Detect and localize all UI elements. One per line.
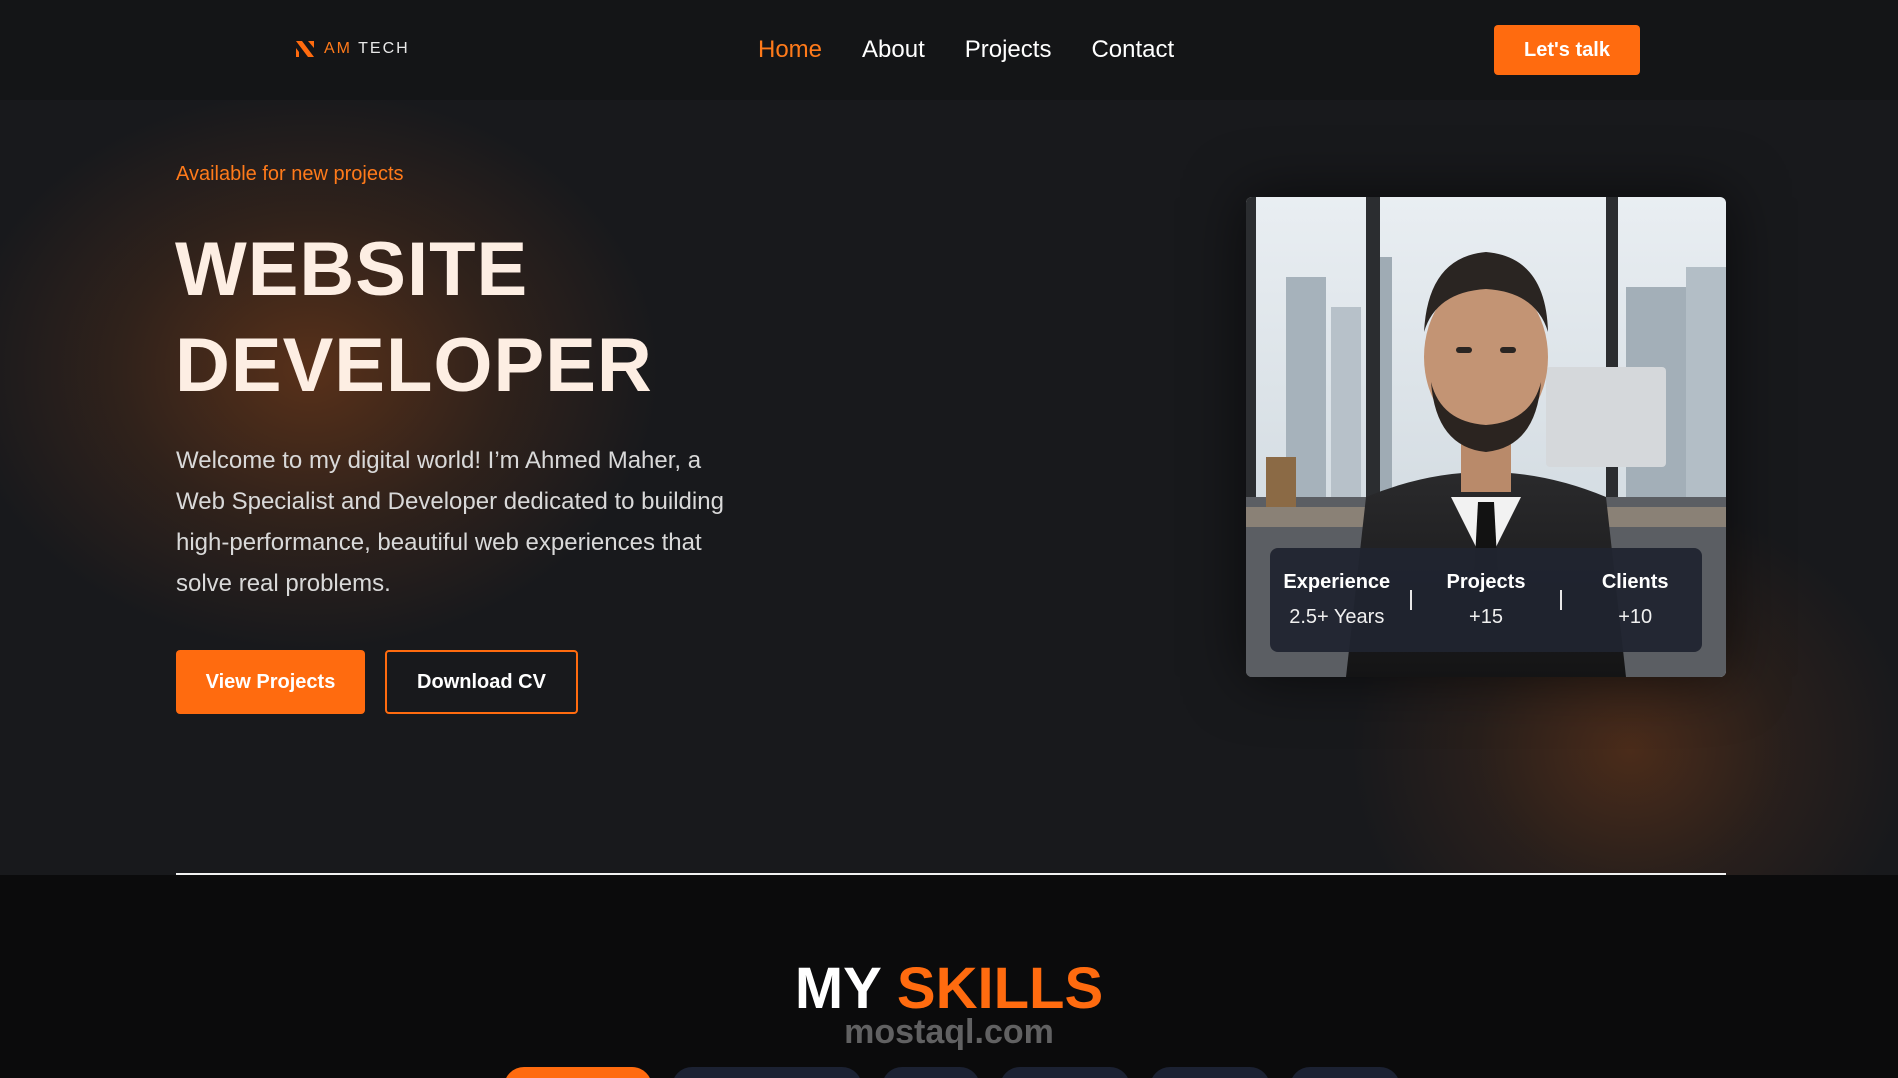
skill-tab[interactable] bbox=[504, 1067, 652, 1078]
stat-projects: Projects +15 bbox=[1426, 571, 1546, 629]
nav-contact[interactable]: Contact bbox=[1091, 36, 1174, 64]
hero-title-line1: WEBSITE bbox=[175, 227, 529, 312]
nav-home[interactable]: Home bbox=[758, 36, 822, 64]
page: AM TECH Home About Projects Contact Let'… bbox=[0, 0, 1898, 1078]
skill-tab[interactable] bbox=[672, 1067, 862, 1078]
skills-title: MY SKILLS bbox=[0, 955, 1898, 1022]
skill-tabs bbox=[504, 1067, 1400, 1078]
nav-projects[interactable]: Projects bbox=[965, 36, 1052, 64]
watermark: mostaql.com bbox=[844, 1013, 1054, 1051]
skill-tab[interactable] bbox=[882, 1067, 980, 1078]
nav-links: Home About Projects Contact bbox=[758, 36, 1174, 64]
skills-title-word2: SKILLS bbox=[896, 956, 1104, 1021]
navbar: AM TECH Home About Projects Contact Let'… bbox=[0, 0, 1898, 100]
stats-card: Experience 2.5+ Years Projects +15 Clien… bbox=[1270, 548, 1702, 652]
hero-title-line2: DEVELOPER bbox=[175, 323, 653, 408]
stat-separator bbox=[1410, 590, 1413, 610]
nav-about[interactable]: About bbox=[862, 36, 925, 64]
stat-value: +10 bbox=[1618, 606, 1653, 628]
skill-tab[interactable] bbox=[1000, 1067, 1130, 1078]
stat-value: +15 bbox=[1469, 606, 1503, 628]
logo[interactable]: AM TECH bbox=[294, 38, 410, 60]
availability-text: Available for new projects bbox=[176, 163, 404, 185]
stat-label: Experience bbox=[1283, 571, 1391, 593]
view-projects-button[interactable]: View Projects bbox=[176, 650, 365, 714]
logo-icon bbox=[296, 41, 314, 57]
stat-value: 2.5+ Years bbox=[1289, 606, 1385, 628]
skills-section: MY SKILLS mostaql.com bbox=[0, 875, 1898, 1078]
skill-tab[interactable] bbox=[1290, 1067, 1400, 1078]
download-cv-button[interactable]: Download CV bbox=[385, 650, 578, 714]
logo-am: AM bbox=[324, 40, 352, 57]
skill-tab[interactable] bbox=[1150, 1067, 1270, 1078]
hero-title: WEBSITE DEVELOPER bbox=[175, 222, 653, 414]
skills-title-word1: MY bbox=[794, 956, 881, 1021]
stat-label: Clients bbox=[1601, 571, 1669, 593]
stat-separator bbox=[1559, 590, 1562, 610]
logo-tech: TECH bbox=[358, 40, 410, 57]
lets-talk-button[interactable]: Let's talk bbox=[1494, 25, 1640, 75]
logo-text: AM TECH bbox=[324, 40, 410, 58]
stat-clients: Clients +10 bbox=[1575, 571, 1695, 629]
stat-label: Projects bbox=[1446, 571, 1526, 593]
stat-experience: Experience 2.5+ Years bbox=[1277, 571, 1397, 629]
hero-description: Welcome to my digital world! I’m Ahmed M… bbox=[176, 447, 724, 597]
